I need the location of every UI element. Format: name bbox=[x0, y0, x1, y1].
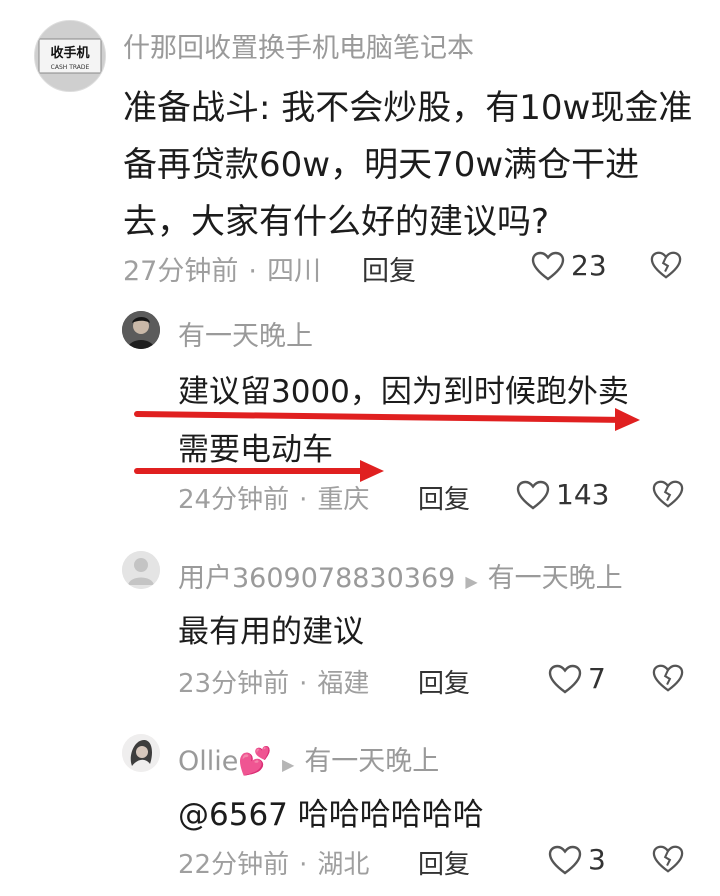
reply-username-row: Ollie💕 ▶ 有一天晚上 bbox=[178, 739, 439, 778]
reply-username[interactable]: Ollie💕 bbox=[178, 746, 272, 777]
heart-outline-icon bbox=[531, 251, 565, 280]
reply-meta: 22分钟前 · 湖北 bbox=[178, 844, 369, 881]
meta-separator: · bbox=[299, 850, 308, 880]
meta-separator: · bbox=[299, 485, 308, 515]
broken-heart-icon bbox=[652, 664, 684, 692]
reply-text-line: 需要电动车 bbox=[178, 432, 333, 468]
reply-username-row: 用户3609078830369 ▶ 有一天晚上 bbox=[178, 556, 623, 595]
broken-heart-icon bbox=[652, 845, 684, 873]
dislike-button[interactable] bbox=[650, 250, 682, 284]
heart-outline-icon bbox=[548, 664, 582, 693]
default-user-icon bbox=[122, 551, 160, 589]
heart-outline-icon bbox=[516, 480, 550, 509]
avatar[interactable] bbox=[122, 311, 160, 349]
like-count: 3 bbox=[588, 843, 606, 876]
reply-username[interactable]: 有一天晚上 bbox=[178, 314, 313, 353]
reply-text-line: 最有用的建议 bbox=[178, 614, 364, 650]
like-count: 23 bbox=[571, 249, 607, 282]
avatar-sign-subtext: CASH TRADE bbox=[51, 64, 90, 71]
like-button[interactable]: 23 bbox=[531, 249, 607, 282]
comment-meta: 27分钟前 · 四川 bbox=[123, 249, 321, 288]
triangle-right-icon: ▶ bbox=[282, 755, 295, 774]
reply-meta: 24分钟前 · 重庆 bbox=[178, 479, 369, 516]
comment-username[interactable]: 什那回收置换手机电脑笔记本 bbox=[123, 26, 474, 65]
reply-button[interactable]: 回复 bbox=[418, 844, 470, 881]
red-arrow-2 bbox=[134, 460, 384, 482]
avatar[interactable]: 收手机 CASH TRADE bbox=[34, 20, 106, 92]
reply-text-line: @6567 哈哈哈哈哈哈 bbox=[178, 797, 484, 833]
reply-time: 24分钟前 bbox=[178, 485, 290, 515]
reply-text-line: 建议留3000，因为到时候跑外卖 bbox=[178, 374, 629, 410]
reply-to-username[interactable]: 有一天晚上 bbox=[304, 746, 439, 777]
avatar[interactable] bbox=[122, 734, 160, 772]
like-button[interactable]: 7 bbox=[548, 662, 606, 695]
comment-time: 27分钟前 bbox=[123, 256, 239, 287]
red-arrow-1 bbox=[134, 408, 640, 431]
comment-text-line: 去，大家有什么好的建议吗? bbox=[123, 202, 550, 242]
broken-heart-icon bbox=[650, 251, 682, 279]
reply-time: 22分钟前 bbox=[178, 850, 290, 880]
reply-username[interactable]: 用户3609078830369 bbox=[178, 563, 455, 594]
reply-location: 湖北 bbox=[317, 850, 370, 880]
comment-text-line: 准备战斗: 我不会炒股，有10w现金准 bbox=[123, 88, 693, 128]
reply-location: 福建 bbox=[317, 669, 370, 699]
reply-time: 23分钟前 bbox=[178, 669, 290, 699]
like-count: 7 bbox=[588, 662, 606, 695]
dislike-button[interactable] bbox=[652, 844, 684, 878]
dislike-button[interactable] bbox=[652, 479, 684, 513]
meta-separator: · bbox=[248, 256, 257, 287]
dislike-button[interactable] bbox=[652, 663, 684, 697]
reply-button[interactable]: 回复 bbox=[418, 663, 470, 700]
reply-button[interactable]: 回复 bbox=[418, 479, 470, 516]
meta-separator: · bbox=[299, 669, 308, 699]
reply-location: 重庆 bbox=[317, 485, 370, 515]
reply-to-username[interactable]: 有一天晚上 bbox=[488, 563, 623, 594]
comment-location: 四川 bbox=[266, 256, 321, 287]
broken-heart-icon bbox=[652, 480, 684, 508]
like-button[interactable]: 3 bbox=[548, 843, 606, 876]
comment-item: 收手机 CASH TRADE 什那回收置换手机电脑笔记本 准备战斗: 我不会炒股… bbox=[0, 0, 720, 290]
like-button[interactable]: 143 bbox=[516, 478, 609, 511]
like-count: 143 bbox=[556, 478, 610, 511]
triangle-right-icon: ▶ bbox=[465, 572, 478, 591]
avatar[interactable] bbox=[122, 551, 160, 589]
reply-button[interactable]: 回复 bbox=[362, 249, 416, 288]
avatar-sign-text: 收手机 bbox=[50, 45, 89, 61]
comment-text-line: 备再贷款60w，明天70w满仓干进 bbox=[123, 145, 640, 185]
reply-meta: 23分钟前 · 福建 bbox=[178, 663, 369, 700]
heart-outline-icon bbox=[548, 845, 582, 874]
